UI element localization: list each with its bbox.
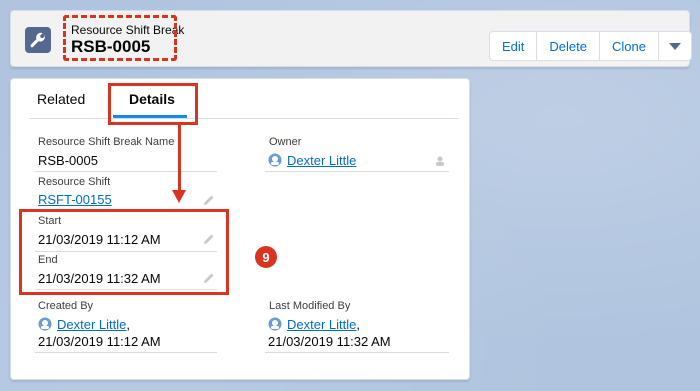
record-header: Resource Shift Break RSB-0005 Edit Delet… (10, 10, 692, 67)
owner-link[interactable]: Dexter Little (287, 153, 356, 168)
last-modified-by-user: Dexter Little, (287, 317, 360, 332)
created-by-user: Dexter Little, (57, 317, 130, 332)
delete-button[interactable]: Delete (537, 32, 600, 60)
change-owner-icon[interactable] (435, 154, 447, 166)
callout-arrow (178, 125, 181, 191)
last-modified-by-date: 21/03/2019 11:32 AM (268, 334, 391, 349)
created-by-separator: , (126, 317, 130, 332)
details-tab-highlight-box (108, 83, 198, 125)
created-by-label: Created By (38, 300, 94, 312)
tab-divider (29, 118, 459, 119)
more-actions-button[interactable] (658, 32, 691, 60)
callout-arrow-head (172, 190, 186, 203)
start-end-highlight-box (19, 209, 229, 295)
wrench-icon (25, 27, 51, 53)
last-modified-by-label: Last Modified By (269, 300, 351, 312)
owner-label: Owner (269, 136, 302, 148)
pencil-icon[interactable] (203, 193, 215, 205)
resource-shift-label: Resource Shift (38, 176, 111, 188)
chevron-down-icon (668, 39, 681, 54)
tab-related[interactable]: Related (37, 91, 85, 107)
last-modified-by-link[interactable]: Dexter Little (287, 317, 356, 332)
user-avatar-icon (38, 317, 52, 331)
last-modified-by-divider (265, 352, 449, 353)
action-button-group: Edit Delete Clone (489, 31, 692, 61)
created-by-date: 21/03/2019 11:12 AM (38, 334, 161, 349)
user-avatar-icon (268, 153, 282, 167)
last-modified-by-separator: , (356, 317, 360, 332)
edit-button[interactable]: Edit (490, 32, 538, 60)
created-by-link[interactable]: Dexter Little (57, 317, 126, 332)
user-avatar-icon (268, 317, 282, 331)
name-value: RSB-0005 (38, 153, 98, 168)
title-highlight-box (63, 15, 177, 61)
details-card: Related Details Resource Shift Break Nam… (10, 78, 470, 380)
clone-button[interactable]: Clone (599, 32, 659, 60)
created-by-divider (35, 352, 217, 353)
name-divider (35, 171, 217, 172)
resource-shift-link[interactable]: RSFT-00155 (38, 192, 112, 207)
name-label: Resource Shift Break Name (38, 136, 175, 148)
owner-divider (265, 171, 449, 172)
step-number-badge: 9 (255, 246, 277, 268)
